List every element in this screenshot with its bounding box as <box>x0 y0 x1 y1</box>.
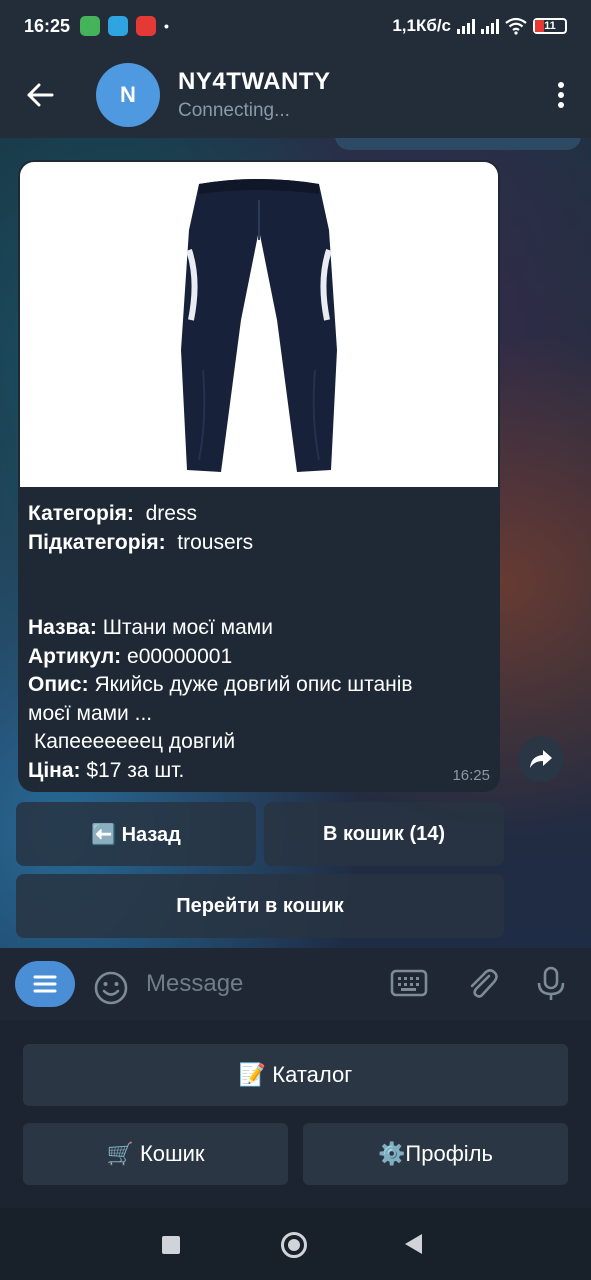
status-time: 16:25 <box>24 15 71 36</box>
subcategory-value: trousers <box>177 530 254 554</box>
name-label: Назва: <box>28 616 97 639</box>
message-text: Категорія: dress Підкатегорія: trousers … <box>28 500 490 785</box>
emoji-icon <box>94 971 128 1005</box>
arrow-left-icon <box>27 83 54 107</box>
avatar-letter: N <box>120 82 136 107</box>
desc-value-2: моєї мами ... <box>28 701 153 725</box>
attach-button[interactable] <box>464 966 500 1007</box>
avatar[interactable]: N <box>96 63 160 127</box>
trousers-image <box>181 178 337 472</box>
sku-value: e00000001 <box>127 644 233 668</box>
more-vertical-icon <box>558 82 564 108</box>
system-back-button[interactable] <box>405 1234 422 1254</box>
message-input[interactable]: Message <box>146 970 243 998</box>
price-value: $17 за шт. <box>86 758 185 782</box>
share-arrow-icon <box>530 750 552 768</box>
chat-area[interactable]: Категорія: dress Підкатегорія: trousers … <box>0 138 591 948</box>
chat-status: Connecting... <box>178 100 290 121</box>
telegram-notification-icon <box>108 16 129 36</box>
profile-button[interactable]: ⚙️Профіль <box>303 1123 568 1185</box>
chat-title-block[interactable]: NY4TWANTY Connecting... <box>178 68 331 122</box>
message-input-bar: Message <box>0 948 591 1020</box>
previous-message-bubble <box>335 138 581 150</box>
emoji-button[interactable] <box>93 970 129 1011</box>
catalog-button[interactable]: 📝 Каталог <box>23 1044 568 1106</box>
inline-go-to-cart-button[interactable]: Перейти в кошик <box>16 874 504 938</box>
message-time: 16:25 <box>452 767 490 784</box>
bot-menu-button[interactable] <box>15 961 75 1007</box>
youtube-notification-icon <box>136 16 157 36</box>
dot-icon: • <box>164 18 169 34</box>
desc-label: Опис: <box>28 673 89 696</box>
inline-add-to-cart-button[interactable]: В кошик (14) <box>264 802 504 866</box>
back-button[interactable] <box>0 52 80 138</box>
more-menu-button[interactable] <box>531 52 591 138</box>
signal-icon <box>457 18 475 34</box>
name-value: Штани моєї мами <box>102 616 273 639</box>
signal-icon-2 <box>481 18 499 34</box>
sku-label: Артикул: <box>28 644 122 668</box>
cart-button[interactable]: 🛒 Кошик <box>23 1123 288 1185</box>
category-label: Категорія: <box>28 502 134 525</box>
battery-icon: 11 <box>533 18 567 34</box>
microphone-icon <box>537 966 565 1000</box>
category-value: dress <box>145 502 197 525</box>
voice-button[interactable] <box>534 966 568 1007</box>
desc-value-3: Капееееееец довгий <box>34 730 236 753</box>
inline-back-button[interactable]: ⬅️ Назад <box>16 802 256 866</box>
home-button[interactable] <box>281 1232 307 1258</box>
keyboard-toggle-button[interactable] <box>390 968 430 1003</box>
recents-button[interactable] <box>162 1236 180 1254</box>
chat-title: NY4TWANTY <box>178 68 331 95</box>
keyboard-icon <box>390 969 428 997</box>
hamburger-icon <box>33 975 57 993</box>
paperclip-icon <box>470 969 498 998</box>
chat-header: N NY4TWANTY Connecting... <box>0 52 591 138</box>
network-speed: 1,1Кб/с <box>392 16 451 35</box>
subcategory-label: Підкатегорія: <box>28 530 166 554</box>
app-notification-icon <box>80 16 101 36</box>
product-message[interactable]: Категорія: dress Підкатегорія: trousers … <box>18 160 500 792</box>
system-nav-bar <box>0 1208 591 1280</box>
share-button[interactable] <box>518 736 564 782</box>
wifi-icon <box>505 17 527 35</box>
status-bar: 16:25 • 1,1Кб/с 11 <box>0 0 591 52</box>
desc-value-1: Якийсь дуже довгий опис штанів <box>94 673 413 696</box>
reply-keyboard: 📝 Каталог 🛒 Кошик ⚙️Профіль <box>0 1020 591 1208</box>
product-photo[interactable] <box>20 162 498 487</box>
battery-level: 11 <box>544 20 556 32</box>
price-label: Ціна: <box>28 758 81 782</box>
